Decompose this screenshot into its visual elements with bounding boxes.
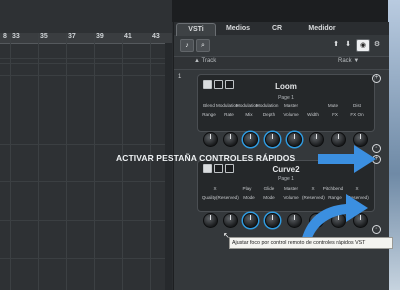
track-divider bbox=[0, 258, 165, 259]
param-label: Dist bbox=[353, 103, 361, 108]
ruler-mark: 33 bbox=[12, 33, 20, 40]
param-label: Rate bbox=[224, 112, 234, 117]
grid-line bbox=[94, 33, 95, 290]
ruler-mark: 39 bbox=[96, 33, 104, 40]
ruler-mark: 37 bbox=[68, 33, 76, 40]
param-label: Modulation bbox=[216, 103, 239, 108]
rack-text: Rack bbox=[338, 58, 352, 64]
track-divider bbox=[0, 58, 165, 59]
param-label: Volume bbox=[283, 112, 299, 117]
param-label: FX bbox=[332, 112, 338, 117]
knob[interactable] bbox=[223, 132, 238, 147]
page-label: Page 1 bbox=[278, 95, 294, 101]
knob[interactable] bbox=[203, 213, 218, 228]
project-area[interactable]: 8 33 35 37 39 41 43 bbox=[0, 0, 172, 290]
knob[interactable] bbox=[265, 132, 280, 147]
page-label: Page 1 bbox=[278, 176, 294, 182]
rack-label[interactable]: Rack ▼ bbox=[338, 58, 359, 64]
track-divider bbox=[0, 75, 165, 76]
slot-number: 1 bbox=[178, 74, 182, 80]
tab-medios[interactable]: Medios bbox=[218, 23, 258, 35]
knob[interactable] bbox=[265, 213, 280, 228]
param-label: Mode bbox=[263, 195, 275, 200]
annotation-arrow-icon bbox=[318, 145, 376, 173]
param-label: Master bbox=[283, 186, 299, 191]
grid-line bbox=[66, 33, 67, 290]
grid-line bbox=[10, 33, 11, 290]
param-label: (Reserved) bbox=[216, 195, 239, 200]
track-text: Track bbox=[201, 58, 217, 64]
param-label: Mix bbox=[245, 112, 253, 117]
param-label: Modulation bbox=[236, 103, 259, 108]
upload-icon[interactable]: ⬆ bbox=[330, 39, 342, 50]
annotation-curved-arrow-icon bbox=[302, 194, 368, 238]
panel-tabs: VSTi Medios CR Medidor bbox=[174, 22, 389, 36]
overlay-annotation: ACTIVAR PESTAÑA CONTROLES RÁPIDOS bbox=[116, 153, 296, 163]
track-divider bbox=[0, 181, 165, 182]
timeline-ruler[interactable]: 8 33 35 37 39 41 43 bbox=[0, 33, 172, 44]
param-label: Width bbox=[307, 112, 319, 117]
param-label: FX On bbox=[350, 112, 364, 117]
ruler-mark: 35 bbox=[40, 33, 48, 40]
param-label: Master bbox=[283, 103, 299, 108]
ruler-mark: 41 bbox=[124, 33, 132, 40]
track-label[interactable]: ▲ Track bbox=[194, 58, 216, 64]
download-icon[interactable]: ⬇ bbox=[342, 39, 354, 50]
track-divider bbox=[0, 144, 165, 145]
tab-vsti[interactable]: VSTi bbox=[176, 23, 216, 36]
grid-line bbox=[38, 33, 39, 290]
track-divider bbox=[0, 63, 165, 64]
camera-icon[interactable]: ◉ bbox=[356, 39, 370, 52]
ruler-mark: 43 bbox=[152, 33, 160, 40]
param-label: Mute bbox=[327, 103, 339, 108]
search-icon[interactable]: ⌕ bbox=[196, 39, 210, 52]
tooltip: Ajustar foco por control remoto de contr… bbox=[229, 237, 393, 249]
vertical-scrollbar[interactable] bbox=[165, 43, 172, 290]
vsti-toolbar: ♪ ⌕ ⬆ ⬇ ◉ ⚙ bbox=[174, 36, 389, 54]
gear-icon[interactable]: ⚙ bbox=[371, 39, 383, 50]
instrument-slot-loom[interactable]: Loom Page 1 Blend Modulation Modulation … bbox=[197, 74, 375, 132]
knob[interactable] bbox=[203, 132, 218, 147]
knob[interactable] bbox=[223, 213, 238, 228]
expand-icon[interactable]: + bbox=[372, 74, 381, 83]
track-rack-header: ▲ Track Rack ▼ bbox=[174, 56, 389, 70]
plugin-name[interactable]: Loom bbox=[198, 82, 374, 91]
param-label: Mode bbox=[243, 195, 255, 200]
param-label: X bbox=[213, 186, 217, 191]
param-label: Glide bbox=[263, 186, 275, 191]
param-label: Depth bbox=[262, 112, 276, 117]
tab-medidor[interactable]: Medidor bbox=[298, 23, 346, 35]
tab-cr[interactable]: CR bbox=[262, 23, 292, 35]
knob[interactable] bbox=[287, 132, 302, 147]
knob[interactable] bbox=[243, 213, 258, 228]
param-label: Volume bbox=[283, 195, 299, 200]
param-label: Modulation bbox=[256, 103, 279, 108]
track-divider bbox=[0, 220, 165, 221]
ruler-mark: 8 bbox=[3, 33, 7, 40]
knob[interactable] bbox=[243, 132, 258, 147]
param-label: Range bbox=[202, 112, 216, 117]
piano-icon[interactable]: ♪ bbox=[180, 39, 194, 52]
param-label: Play bbox=[242, 186, 252, 191]
